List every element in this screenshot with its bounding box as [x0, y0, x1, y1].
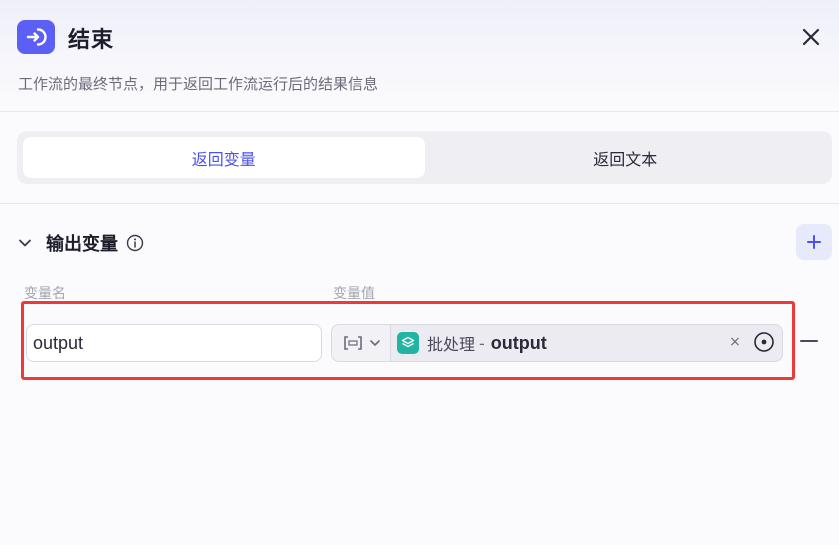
array-bracket-icon: [343, 336, 362, 350]
return-mode-tabs: 返回变量 返回文本: [17, 131, 832, 184]
clear-reference-button[interactable]: ×: [726, 333, 744, 351]
batch-node-icon: [397, 332, 419, 354]
close-icon: [802, 28, 820, 46]
panel-description: 工作流的最终节点，用于返回工作流运行后的结果信息: [18, 75, 379, 93]
select-reference-button[interactable]: [752, 330, 776, 354]
value-type-select[interactable]: [331, 324, 391, 362]
tab-return-text[interactable]: 返回文本: [425, 137, 827, 178]
chevron-down-icon[interactable]: [18, 236, 32, 250]
variable-name-input[interactable]: [26, 324, 322, 362]
reference-node-name: 批处理: [427, 335, 476, 354]
add-variable-button[interactable]: [796, 224, 832, 260]
panel-title: 结束: [68, 28, 115, 53]
remove-variable-button[interactable]: [797, 331, 821, 351]
section-title: 输出变量: [46, 234, 118, 255]
reference-separator: -: [479, 333, 485, 353]
plus-icon: [807, 235, 821, 249]
panel-header: 结束 工作流的最终节点，用于返回工作流运行后的结果信息: [0, 0, 839, 112]
close-button[interactable]: [796, 22, 826, 52]
end-node-panel: 结束 工作流的最终节点，用于返回工作流运行后的结果信息 返回变量 返回文本 输出…: [0, 0, 839, 545]
minus-icon: [800, 340, 818, 342]
tab-return-variable[interactable]: 返回变量: [23, 137, 425, 178]
output-variables-header[interactable]: 输出变量: [18, 228, 144, 258]
info-icon[interactable]: [126, 234, 144, 252]
section-divider: [0, 203, 839, 204]
reference-variable-name: output: [490, 332, 547, 353]
variable-reference-field[interactable]: 批处理 - output: [390, 324, 783, 362]
column-label-name: 变量名: [24, 286, 66, 302]
chevron-down-icon: [369, 340, 380, 346]
target-icon: [754, 332, 774, 352]
end-node-icon: [17, 20, 55, 54]
column-label-value: 变量值: [333, 286, 375, 302]
